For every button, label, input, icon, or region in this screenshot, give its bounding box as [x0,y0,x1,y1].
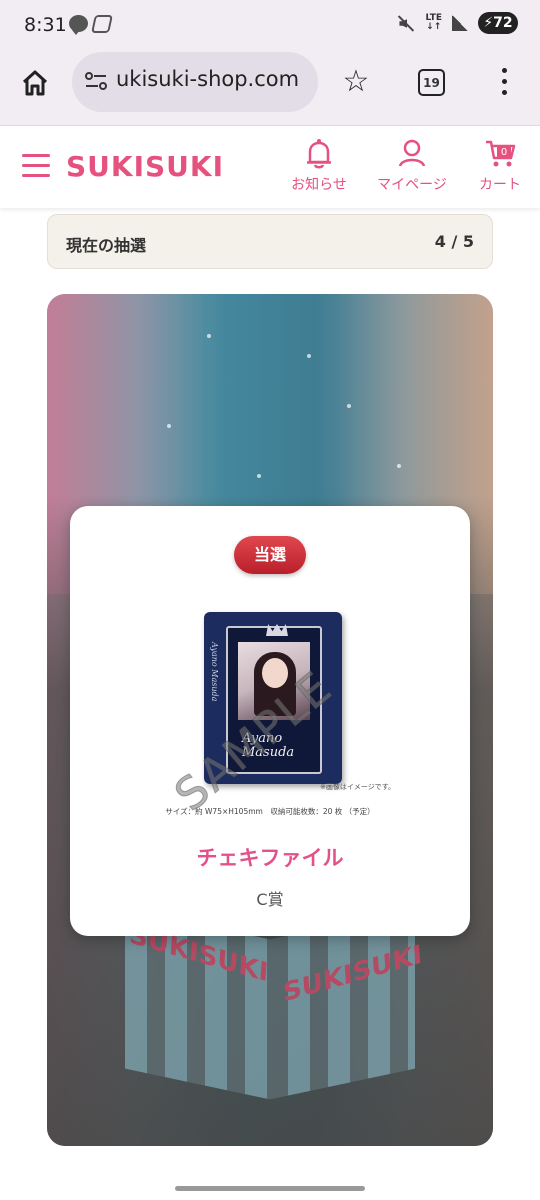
site-settings-icon[interactable] [84,71,108,91]
mute-icon [397,14,415,32]
status-time: 8:31 [24,14,67,36]
prize-card: 当選 Ayano Masuda Ayano Masuda SAMPLE ※画像は… [70,506,470,936]
user-icon [398,139,426,167]
nav-cart-label: カート [479,177,521,193]
status-bar: 8:31 LTE ↓↑ ⚡ 72 [0,0,540,50]
home-icon[interactable] [20,68,50,98]
site-header: SUKISUKI お知らせ マイページ 0 カート [0,126,540,208]
cart-count: 0 [501,147,507,158]
current-lottery-count: 4 / 5 [434,232,474,251]
nav-mypage-label: マイページ [377,177,447,193]
prize-rank: C賞 [256,890,284,909]
bell-icon [307,139,331,169]
signal-icon [452,15,468,31]
tab-switcher-button[interactable]: 19 [418,69,445,96]
message-notification-icon [69,15,88,35]
image-note: ※画像はイメージです。 [320,783,396,791]
product-spine-text: Ayano Masuda [210,642,219,702]
cart-icon: 0 [486,140,516,167]
sparkle [257,474,261,478]
battery-level: 72 [493,15,513,31]
sparkle [347,404,351,408]
nav-cart[interactable]: 0 カート [472,138,528,194]
sparkle [397,464,401,468]
bookmark-star-icon[interactable]: ☆ [340,66,372,98]
battery-indicator: ⚡ 72 [478,12,518,34]
site-logo[interactable]: SUKISUKI [66,150,224,183]
prize-name: チェキファイル [196,846,344,870]
current-lottery-label: 現在の抽選 [66,236,147,255]
sparkle [207,334,211,338]
win-badge: 当選 [234,536,306,574]
sparkle [167,424,171,428]
url-text[interactable]: ukisuki-shop.com [116,67,312,91]
browser-toolbar: ukisuki-shop.com ☆ 19 [0,50,540,126]
network-type: LTE ↓↑ [425,13,442,32]
nav-mypage[interactable]: マイページ [372,138,452,194]
current-lottery-bar: 現在の抽選 4 / 5 [47,214,493,269]
app-notification-icon [91,15,113,33]
crown-icon [266,624,288,636]
hamburger-menu-icon[interactable] [22,154,50,178]
nav-notice-label: お知らせ [291,177,347,193]
browser-menu-icon[interactable] [500,68,508,98]
size-note: サイズ：約 W75×H105mm 収納可能枚数：20 枚 （予定） [165,807,375,816]
sparkle [307,354,311,358]
nav-notice[interactable]: お知らせ [286,138,352,194]
gesture-home-bar[interactable] [175,1186,365,1191]
